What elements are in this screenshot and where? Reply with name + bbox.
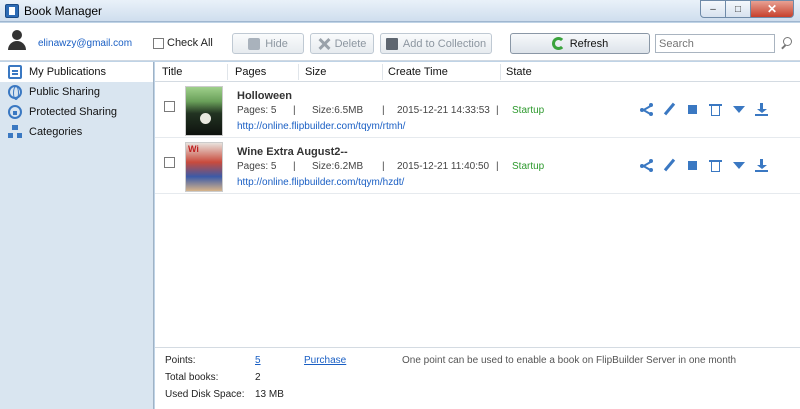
separator: | — [293, 161, 296, 172]
disk-space-label: Used Disk Space: — [165, 389, 245, 400]
toolbar: elinawzy@gmail.com Check All Hide Delete… — [0, 23, 800, 61]
sidebar-item-categories[interactable]: Categories — [0, 122, 153, 142]
book-title: Wine Extra August2-- — [237, 146, 348, 158]
column-divider — [298, 64, 299, 80]
separator: | — [382, 105, 385, 116]
search-icon[interactable] — [781, 37, 793, 50]
refresh-icon — [551, 37, 565, 50]
book-size: Size:6.2MB — [312, 161, 364, 172]
book-create-time: 2015-12-21 14:33:53 — [397, 105, 490, 116]
points-value-link[interactable]: 5 — [255, 355, 261, 366]
check-all-label: Check All — [167, 37, 213, 49]
delete-button[interactable]: Delete — [310, 33, 374, 54]
row-checkbox[interactable] — [164, 157, 175, 168]
add-to-collection-button[interactable]: Add to Collection — [380, 33, 492, 54]
purchase-link[interactable]: Purchase — [304, 355, 346, 366]
column-divider — [227, 64, 228, 80]
dropdown-arrow-icon[interactable] — [732, 159, 745, 172]
sidebar-item-label: Public Sharing — [29, 86, 100, 98]
sidebar-item-label: My Publications — [29, 66, 107, 78]
sidebar-item-protected-sharing[interactable]: Protected Sharing — [0, 102, 153, 122]
separator: | — [496, 161, 499, 172]
separator: | — [496, 105, 499, 116]
sidebar-item-my-publications[interactable]: My Publications — [0, 62, 153, 82]
column-pages[interactable]: Pages — [235, 66, 266, 78]
points-label: Points: — [165, 355, 196, 366]
total-books-value: 2 — [255, 372, 261, 383]
book-row[interactable]: Wine Extra August2-- Pages: 5 | Size:6.2… — [155, 139, 800, 194]
refresh-button[interactable]: Refresh — [510, 33, 650, 54]
points-note: One point can be used to enable a book o… — [402, 355, 737, 366]
edit-pencil-icon[interactable] — [663, 159, 676, 172]
add-to-collection-label: Add to Collection — [402, 37, 487, 50]
user-email: elinawzy@gmail.com — [38, 38, 133, 49]
share-icon[interactable] — [640, 159, 653, 172]
book-row[interactable]: Holloween Pages: 5 | Size:6.5MB | 2015-1… — [155, 83, 800, 138]
stop-icon[interactable] — [686, 103, 699, 116]
column-divider — [500, 64, 501, 80]
delete-icon — [318, 38, 330, 50]
separator: | — [382, 161, 385, 172]
trash-icon[interactable] — [709, 159, 722, 172]
sidebar-item-label: Categories — [29, 126, 83, 138]
column-create-time[interactable]: Create Time — [388, 66, 448, 78]
hide-label: Hide — [265, 37, 288, 50]
book-title: Holloween — [237, 90, 293, 102]
book-create-time: 2015-12-21 11:40:50 — [397, 161, 490, 172]
book-pages: Pages: 5 — [237, 105, 277, 116]
column-state[interactable]: State — [506, 66, 532, 78]
book-cover-thumbnail[interactable] — [185, 86, 223, 136]
total-books-label: Total books: — [165, 372, 219, 383]
book-url-link[interactable]: http://online.flipbuilder.com/tqym/rtmh/ — [237, 121, 405, 132]
download-icon[interactable] — [755, 159, 768, 172]
maximize-button[interactable]: □ — [726, 0, 751, 18]
trash-icon[interactable] — [709, 103, 722, 116]
book-size: Size:6.5MB — [312, 105, 364, 116]
sidebar-item-public-sharing[interactable]: Public Sharing — [0, 82, 153, 102]
delete-label: Delete — [334, 37, 367, 50]
globe-icon — [8, 85, 22, 100]
close-button[interactable]: ✕ — [751, 0, 794, 18]
search-box[interactable] — [655, 34, 775, 53]
title-bar: Book Manager – □ ✕ — [0, 0, 800, 22]
user-icon — [8, 30, 26, 50]
app-book-icon — [5, 4, 19, 18]
search-input[interactable] — [656, 35, 772, 52]
minimize-button[interactable]: – — [700, 0, 726, 18]
refresh-label: Refresh — [569, 37, 609, 50]
sidebar-item-label: Protected Sharing — [29, 106, 118, 118]
download-icon[interactable] — [755, 103, 768, 116]
book-cover-thumbnail[interactable] — [185, 142, 223, 192]
edit-pencil-icon[interactable] — [663, 103, 676, 116]
check-all[interactable]: Check All — [153, 37, 213, 49]
publications-icon — [8, 65, 22, 79]
sidebar: My Publications Public Sharing Protected… — [0, 62, 154, 409]
disk-space-value: 13 MB — [255, 389, 284, 400]
hide-button[interactable]: Hide — [232, 33, 304, 54]
share-icon[interactable] — [640, 103, 653, 116]
dropdown-arrow-icon[interactable] — [732, 103, 745, 116]
collection-icon — [385, 37, 398, 50]
account-footer: Points: 5 Purchase One point can be used… — [155, 347, 800, 409]
categories-icon — [8, 125, 22, 139]
publication-list: Title Pages Size Create Time State Hollo… — [155, 62, 800, 347]
stop-icon[interactable] — [686, 159, 699, 172]
column-title[interactable]: Title — [162, 66, 182, 78]
book-url-link[interactable]: http://online.flipbuilder.com/tqym/hzdt/ — [237, 177, 404, 188]
column-size[interactable]: Size — [305, 66, 326, 78]
window-title: Book Manager — [24, 4, 103, 18]
window-controls: – □ ✕ — [700, 0, 794, 18]
separator: | — [293, 105, 296, 116]
column-divider — [382, 64, 383, 80]
row-actions — [640, 103, 768, 116]
row-checkbox[interactable] — [164, 101, 175, 112]
book-state: Startup — [512, 161, 545, 172]
book-state: Startup — [512, 105, 545, 116]
lock-icon — [8, 105, 22, 119]
check-all-checkbox[interactable] — [153, 37, 164, 49]
book-pages: Pages: 5 — [237, 161, 277, 172]
row-actions — [640, 159, 768, 172]
hide-icon — [248, 37, 261, 50]
column-header: Title Pages Size Create Time State — [155, 62, 800, 82]
